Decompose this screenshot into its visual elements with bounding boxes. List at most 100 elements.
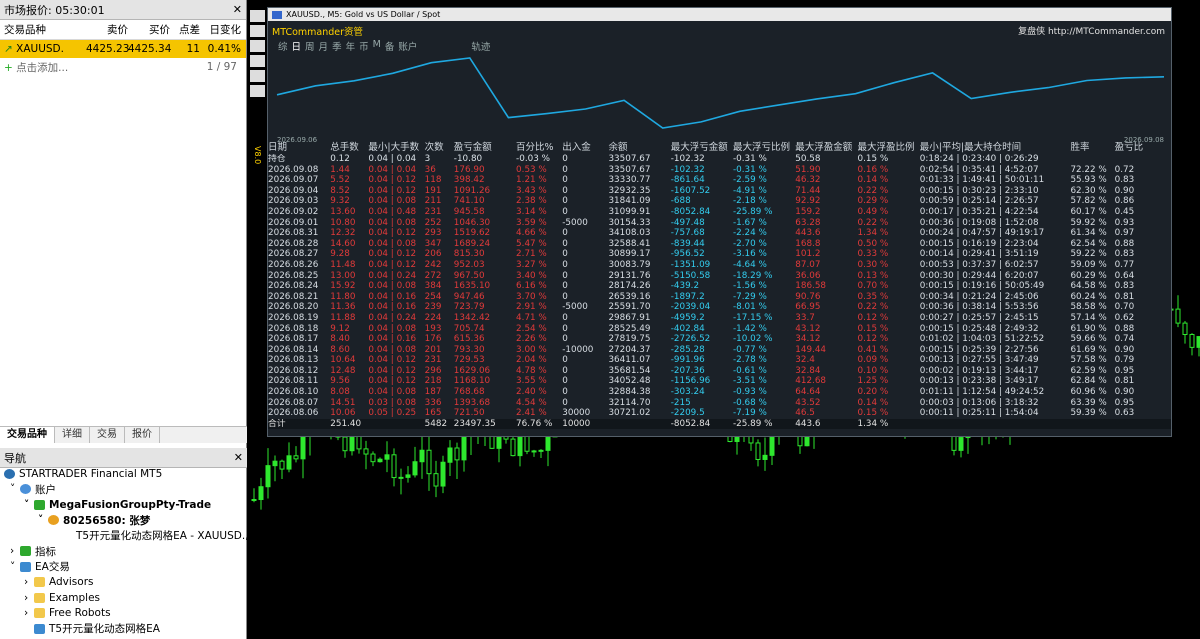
cell: 0.49 %	[857, 206, 889, 217]
col-spread[interactable]: 点差	[170, 22, 200, 37]
folder-icon	[34, 608, 45, 619]
cell: 32588.41	[608, 238, 651, 249]
candle-body	[286, 455, 292, 470]
tree-account[interactable]: ˅ 80256580: 张梦	[0, 513, 247, 529]
close-icon[interactable]: ✕	[234, 451, 243, 464]
toolbar-icon[interactable]	[250, 55, 265, 67]
cell: 87.07	[795, 259, 821, 270]
cell: -1.67 %	[732, 217, 767, 228]
cell: 盈亏金额	[453, 142, 492, 153]
tab-trading[interactable]: 交易	[90, 427, 125, 443]
cell: -0.61 %	[732, 365, 767, 376]
table-row: 2026.08.19 11.88 0.04 | 0.24 224 1342.42 4.71…	[268, 313, 1171, 324]
cell: 日期	[268, 142, 288, 153]
cell: 254	[424, 291, 442, 302]
cell: 815.30	[453, 249, 485, 260]
cell: 0:00:15 | 0:25:39 | 2:27:56	[919, 344, 1039, 355]
cell: -5150.58	[670, 270, 711, 281]
cell: 0.35 %	[857, 291, 889, 302]
tree-ea-file[interactable]: T5开元量化动态网格EA	[0, 621, 247, 637]
tree-folder-advisors[interactable]: › Advisors	[0, 575, 247, 591]
tree-folder-free-robots[interactable]: › Free Robots	[0, 606, 247, 622]
cell: 218	[424, 376, 442, 387]
cell: 0.04 | 0.12	[368, 185, 417, 196]
cell: 5.52	[330, 175, 350, 186]
cell: 28174.26	[608, 281, 651, 292]
cell: 29131.76	[608, 270, 651, 281]
cell: 59.09 %	[1070, 259, 1107, 270]
candle-body	[517, 434, 523, 457]
cell: -757.68	[670, 228, 705, 239]
cell: 0:01:11 | 1:12:54 | 49:24:52	[919, 387, 1045, 398]
cell: 9.28	[330, 249, 350, 260]
brand-link[interactable]: 复盘侠 http://MTCommander.com	[1018, 24, 1165, 37]
cell: 251.40	[330, 418, 369, 430]
col-change[interactable]: 日变化	[200, 22, 244, 37]
toolbar-icon[interactable]	[250, 70, 265, 82]
table-row: 2026.08.24 15.92 0.04 | 0.08 384 1635.10 6.16…	[268, 281, 1171, 292]
tree-running-ea[interactable]: T5开元量化动态网格EA - XAUUSD.,M	[0, 528, 247, 544]
cell: 0:00:34 | 0:21:24 | 2:45:06	[919, 291, 1039, 302]
table-row: 2026.08.20 11.36 0.04 | 0.16 239 723.79 2.91 …	[268, 302, 1171, 313]
tree-platform[interactable]: STARTRADER Financial MT5	[0, 466, 247, 482]
cell: 61.90 %	[1070, 323, 1107, 334]
cell: 0.95	[1114, 365, 1135, 376]
cell: 293	[424, 228, 442, 239]
cell: 967.50	[453, 270, 485, 281]
table-row: 2026.08.07 14.51 0.03 | 0.08 336 1393.68 4.54…	[268, 398, 1171, 409]
left-panel: 市场报价: 05:30:01 ✕ 交易品种 卖价 买价 点差 日变化 ↗ XAUU…	[0, 0, 247, 639]
toolbar-icon[interactable]	[250, 25, 265, 37]
cell: 0	[562, 323, 568, 334]
cell	[368, 418, 425, 430]
add-symbol-row[interactable]: + 点击添加... 1 / 97	[0, 58, 246, 76]
cell: 34108.03	[608, 228, 651, 239]
tab-symbols[interactable]: 交易品种	[0, 427, 55, 443]
cell: 3.43 %	[516, 185, 547, 196]
cell: 0.13 %	[857, 270, 889, 281]
symbol-row[interactable]: ↗ XAUUSD. 4425.23 4425.34 11 0.41%	[0, 40, 246, 58]
cell: 231	[424, 355, 442, 366]
tree-folder-examples[interactable]: › Examples	[0, 590, 247, 606]
navigator-tree: STARTRADER Financial MT5 ˅ 账户 ˅ MegaFusion…	[0, 466, 247, 637]
cell: 0	[562, 291, 568, 302]
cell: 最小|平均|最大持仓时间	[919, 142, 1022, 153]
tab-ticks[interactable]: 报价	[125, 427, 160, 443]
ea-icon	[34, 623, 45, 634]
cell: 13.60	[330, 206, 356, 217]
tab-details[interactable]: 详细	[55, 427, 90, 443]
cell: -4959.2	[670, 312, 705, 323]
cell: 2026.08.12	[268, 365, 319, 376]
tree-accounts[interactable]: ˅ 账户	[0, 482, 247, 498]
plus-icon: +	[4, 61, 17, 74]
toolbar-icon[interactable]	[250, 10, 265, 22]
cell: 0:00:36 | 0:38:14 | 5:53:56	[919, 302, 1039, 313]
cell: 0.63	[1114, 408, 1135, 419]
close-icon[interactable]: ✕	[233, 3, 242, 16]
collapse-icon: ˅	[10, 483, 16, 496]
cell: 0:00:27 | 0:25:57 | 2:45:15	[919, 312, 1039, 323]
toolbar-icon[interactable]	[250, 40, 265, 52]
collapse-icon: ˅	[10, 560, 16, 573]
cell: 32932.35	[608, 185, 651, 196]
cell: 30083.79	[608, 259, 651, 270]
cell: 3.40 %	[516, 270, 547, 281]
cell: -0.03 %	[516, 154, 550, 164]
toolbar-icon[interactable]	[250, 85, 265, 97]
table-row: 2026.08.31 12.32 0.04 | 0.12 293 1519.62 4.66…	[268, 228, 1171, 239]
total-row: 合计 251.40 5482 23497.35 76.76 % 10000 -8052.84…	[268, 418, 1171, 430]
cell: 50.58	[795, 154, 821, 164]
col-ask[interactable]: 买价	[128, 22, 170, 37]
indicators-icon	[20, 546, 31, 557]
tree-indicators[interactable]: › 指标	[0, 544, 247, 560]
cell: 12.32	[330, 228, 356, 239]
tree-server[interactable]: ˅ MegaFusionGroupPty-Trade	[0, 497, 247, 513]
cell: 2026.08.21	[268, 291, 319, 302]
cell: 0	[562, 397, 568, 408]
cell: 206	[424, 249, 442, 260]
candle-body	[251, 499, 257, 502]
cell: 0.53 %	[516, 164, 547, 175]
col-symbol[interactable]: 交易品种	[0, 22, 86, 37]
tree-experts[interactable]: ˅ EA交易	[0, 559, 247, 575]
col-bid[interactable]: 卖价	[86, 22, 128, 37]
cell: 0.86	[1114, 196, 1135, 207]
